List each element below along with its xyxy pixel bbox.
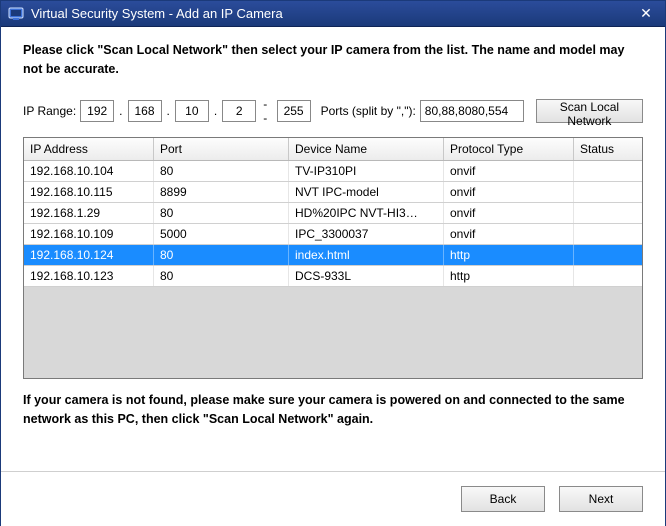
cell-status [574,245,642,265]
dot: . [118,104,123,118]
back-button[interactable]: Back [461,486,545,512]
cell-port: 8899 [154,182,289,202]
ip-octet-3[interactable] [175,100,209,122]
ports-label: Ports (split by ","): [321,104,416,118]
cell-protocol: onvif [444,161,574,181]
table-row[interactable]: 192.168.10.1095000IPC_3300037onvif [24,224,642,245]
grid-body: 192.168.10.10480TV-IP310PIonvif192.168.1… [24,161,642,287]
cell-device-name: HD%20IPC NVT-HI3… [289,203,444,223]
cell-ip: 192.168.10.109 [24,224,154,244]
table-row[interactable]: 192.168.10.12380DCS-933Lhttp [24,266,642,287]
dialog-content: Please click "Scan Local Network" then s… [1,27,665,429]
footer-note: If your camera is not found, please make… [23,391,643,430]
cell-status [574,224,642,244]
cell-protocol: onvif [444,182,574,202]
grid-header-row: IP Address Port Device Name Protocol Typ… [24,138,642,161]
cell-ip: 192.168.1.29 [24,203,154,223]
app-icon [7,5,25,23]
cell-status [574,182,642,202]
table-row[interactable]: 192.168.10.12480index.htmlhttp [24,245,642,266]
col-ip-address[interactable]: IP Address [24,138,154,160]
cell-status [574,266,642,286]
cell-device-name: DCS-933L [289,266,444,286]
ports-input[interactable] [420,100,524,122]
titlebar: Virtual Security System - Add an IP Came… [1,1,665,27]
col-device-name[interactable]: Device Name [289,138,444,160]
cell-protocol: onvif [444,203,574,223]
cell-ip: 192.168.10.115 [24,182,154,202]
dot: . [213,104,218,118]
cell-status [574,203,642,223]
cell-ip: 192.168.10.104 [24,161,154,181]
cell-port: 80 [154,245,289,265]
cell-port: 80 [154,266,289,286]
cell-port: 5000 [154,224,289,244]
cell-port: 80 [154,161,289,181]
cell-status [574,161,642,181]
ip-range-label: IP Range: [23,104,76,118]
button-bar: Back Next [1,471,665,526]
ip-octet-4[interactable] [222,100,256,122]
cell-device-name: index.html [289,245,444,265]
ip-range-row: IP Range: . . . -- Ports (split by ","):… [23,97,643,125]
table-row[interactable]: 192.168.1.2980HD%20IPC NVT-HI3…onvif [24,203,642,224]
close-icon[interactable]: ✕ [633,5,659,23]
ip-octet-2[interactable] [128,100,162,122]
ip-octet-1[interactable] [80,100,114,122]
table-row[interactable]: 192.168.10.10480TV-IP310PIonvif [24,161,642,182]
table-row[interactable]: 192.168.10.1158899NVT IPC-modelonvif [24,182,642,203]
device-grid: IP Address Port Device Name Protocol Typ… [23,137,643,379]
cell-device-name: IPC_3300037 [289,224,444,244]
cell-ip: 192.168.10.123 [24,266,154,286]
cell-ip: 192.168.10.124 [24,245,154,265]
next-button[interactable]: Next [559,486,643,512]
cell-protocol: onvif [444,224,574,244]
scan-local-network-button[interactable]: Scan Local Network [536,99,643,123]
cell-protocol: http [444,266,574,286]
cell-device-name: TV-IP310PI [289,161,444,181]
col-status[interactable]: Status [574,138,642,160]
col-protocol-type[interactable]: Protocol Type [444,138,574,160]
col-port[interactable]: Port [154,138,289,160]
range-dash: -- [260,97,272,125]
instruction-text: Please click "Scan Local Network" then s… [23,41,643,79]
cell-port: 80 [154,203,289,223]
ip-octet-end[interactable] [277,100,311,122]
cell-protocol: http [444,245,574,265]
cell-device-name: NVT IPC-model [289,182,444,202]
dot: . [166,104,171,118]
window-title: Virtual Security System - Add an IP Came… [31,6,633,21]
